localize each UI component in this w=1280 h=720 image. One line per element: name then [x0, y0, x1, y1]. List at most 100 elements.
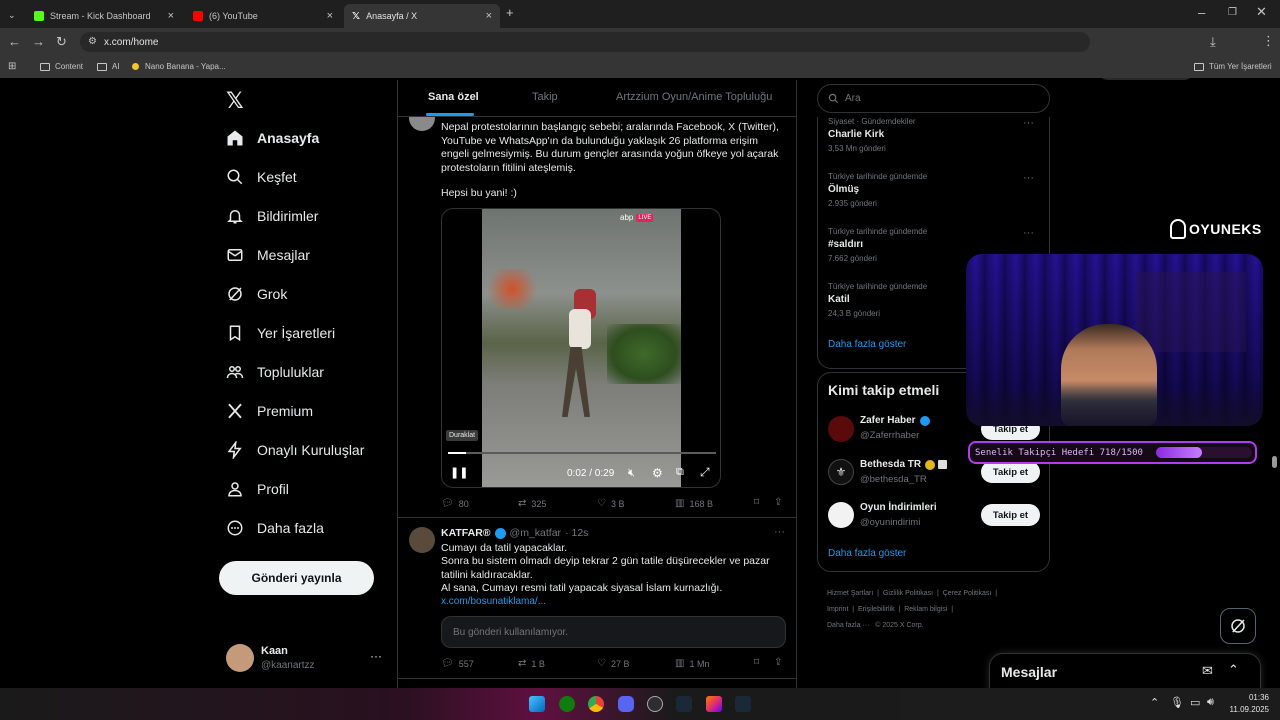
clock[interactable]: 01:36 11.09.2025 — [1229, 692, 1269, 716]
monitor-icon[interactable]: ▭ — [1190, 696, 1200, 709]
start-icon[interactable] — [529, 696, 545, 712]
messages-dock[interactable]: Mesajlar ✉ ⌃ — [989, 653, 1261, 688]
post-button[interactable]: Gönderi yayınla — [219, 561, 374, 595]
tab-x[interactable]: 𝕏 Anasayfa / X × — [344, 4, 500, 28]
expand-up-icon[interactable]: ⌃ — [1228, 662, 1239, 678]
search-input[interactable] — [845, 93, 1025, 104]
xbox-icon[interactable] — [559, 696, 575, 712]
nav-premium[interactable]: Premium — [226, 402, 313, 420]
x-logo-icon[interactable]: 𝕏 — [226, 88, 244, 114]
nav-bookmarks[interactable]: Yer İşaretleri — [226, 324, 335, 342]
nav-more[interactable]: Daha fazla — [226, 519, 324, 537]
site-info-icon[interactable]: ⚙ — [88, 36, 97, 47]
avatar[interactable] — [828, 416, 854, 442]
nav-explore[interactable]: Keşfet — [226, 168, 297, 186]
views-button[interactable]: ▥ 168 B — [675, 498, 713, 509]
repost-button[interactable]: ⇄ 1 B — [518, 658, 545, 669]
suggestion-name[interactable]: Zafer Haber — [860, 415, 930, 426]
reply-button[interactable]: 💬︎ 80 — [441, 498, 469, 509]
tab-for-you[interactable]: Sana özel — [428, 91, 479, 103]
views-button[interactable]: ▥ 1 Mn — [675, 658, 709, 669]
settings-icon[interactable]: ⚙ — [652, 466, 663, 480]
follow-button[interactable]: Takip et — [981, 504, 1040, 526]
tweet-link[interactable]: x.com/bosunatiklama/... — [441, 595, 786, 609]
tab-search-icon[interactable]: ⌄ — [8, 8, 16, 22]
nav-grok[interactable]: Grok — [226, 285, 287, 303]
reload-icon[interactable]: ↻ — [56, 35, 67, 49]
microphone-icon[interactable]: 🎙︎ — [1170, 696, 1184, 709]
photos-icon[interactable] — [706, 696, 722, 712]
tab-kick[interactable]: Stream - Kick Dashboard × — [26, 4, 182, 28]
bookmark-button[interactable]: ⌑ — [754, 657, 764, 668]
forward-icon[interactable]: → — [32, 35, 45, 49]
search-box[interactable] — [817, 84, 1050, 113]
share-button[interactable]: ⇪ — [774, 497, 787, 508]
close-icon[interactable]: × — [168, 10, 174, 22]
like-button[interactable]: ♡ 27 B — [597, 658, 629, 669]
trend-more-icon[interactable]: ··· — [1023, 172, 1034, 184]
pause-icon[interactable]: ❚❚ — [450, 466, 468, 479]
obs-icon[interactable] — [647, 696, 663, 712]
avatar[interactable] — [828, 502, 854, 528]
discord-icon[interactable] — [618, 696, 634, 712]
bookmark-button[interactable]: ⌑ — [754, 497, 764, 508]
window-close-icon[interactable]: ✕ — [1256, 5, 1267, 19]
back-icon[interactable]: ← — [8, 35, 21, 49]
minimize-icon[interactable]: – — [1198, 6, 1205, 20]
tray-chevron-icon[interactable]: ⌃ — [1150, 696, 1159, 709]
tab-youtube[interactable]: (6) YouTube × — [185, 4, 341, 28]
tweet-time[interactable]: · 12s — [565, 527, 588, 539]
chrome-icon[interactable] — [588, 696, 604, 712]
avatar[interactable] — [409, 527, 435, 553]
trend-item[interactable]: Türkiye tarihinde gündemde #saldırı 7.66… — [828, 227, 927, 263]
like-button[interactable]: ♡ 3 B — [597, 498, 624, 509]
nav-messages[interactable]: Mesajlar — [226, 246, 310, 264]
follow-button[interactable]: Takip et — [981, 461, 1040, 483]
avatar[interactable] — [409, 117, 435, 131]
nav-notifications[interactable]: Bildirimler — [226, 207, 318, 225]
kebab-menu-icon[interactable]: ⋮ — [1262, 34, 1275, 48]
bookmark-all[interactable]: Tüm Yer İşaretleri — [1194, 62, 1272, 71]
nav-communities[interactable]: Topluluklar — [226, 363, 324, 381]
show-more-trends[interactable]: Daha fazla göster — [828, 339, 906, 350]
trend-item[interactable]: Türkiye tarihinde gündemde Ölmüş 2.935 g… — [828, 172, 927, 208]
bookmark-content[interactable]: Content — [40, 62, 83, 71]
trend-more-icon[interactable]: ··· — [1023, 117, 1034, 129]
suggestion-name[interactable]: Oyun İndirimleri — [860, 502, 937, 513]
nav-profile[interactable]: Profil — [226, 480, 289, 498]
video-progress-track[interactable] — [448, 452, 716, 454]
close-icon[interactable]: × — [327, 10, 333, 22]
tweet-more-icon[interactable]: ··· — [774, 526, 785, 538]
repost-button[interactable]: ⇄ 325 — [518, 498, 546, 509]
fullscreen-icon[interactable]: ⤢ — [700, 465, 710, 480]
trend-item[interactable]: Siyaset · Gündemdekiler Charlie Kirk 3,5… — [828, 117, 916, 153]
nav-verified-orgs[interactable]: Onaylı Kuruluşlar — [226, 441, 364, 459]
bookmark-nano-banana[interactable]: Nano Banana - Yapa... — [132, 62, 226, 71]
steam-icon[interactable] — [735, 696, 751, 712]
new-tab-icon[interactable]: + — [506, 6, 514, 20]
nav-home[interactable]: Anasayfa — [226, 129, 319, 147]
new-message-icon[interactable]: ✉ — [1202, 663, 1213, 679]
apps-grid-icon[interactable]: ⊞ — [8, 61, 16, 72]
scrollbar-thumb[interactable] — [1272, 456, 1277, 468]
show-more-follow[interactable]: Daha fazla göster — [828, 548, 906, 559]
suggestion-name[interactable]: Bethesda TR — [860, 459, 948, 470]
bookmark-ai[interactable]: AI — [97, 62, 120, 71]
dragon-logo-icon[interactable]: ⚜ — [828, 459, 854, 485]
author-handle[interactable]: @m_katfar — [510, 527, 562, 539]
account-menu-icon[interactable]: ··· — [370, 649, 382, 663]
close-icon[interactable]: × — [486, 10, 492, 22]
grok-floating-button[interactable] — [1220, 608, 1256, 644]
author-name[interactable]: KATFAR® — [441, 527, 491, 539]
steam-icon[interactable] — [676, 696, 692, 712]
tab-following[interactable]: Takip — [532, 91, 558, 103]
download-icon[interactable]: ⤓ — [1210, 35, 1216, 49]
trend-item[interactable]: Türkiye tarihinde gündemde Katil 24,3 B … — [828, 282, 927, 318]
share-button[interactable]: ⇪ — [774, 657, 787, 668]
reply-button[interactable]: 💬︎ 557 — [441, 658, 474, 669]
trend-more-icon[interactable]: ··· — [1023, 227, 1034, 239]
video-player[interactable]: abp LIVE Duraklat ❚❚ 0:02 / 0:29 🔇︎ ⚙ ⧉ … — [441, 208, 721, 488]
mute-icon[interactable]: 🔇︎ — [628, 467, 635, 480]
avatar[interactable] — [226, 644, 254, 672]
address-bar[interactable]: ⚙ x.com/home — [80, 32, 1090, 52]
